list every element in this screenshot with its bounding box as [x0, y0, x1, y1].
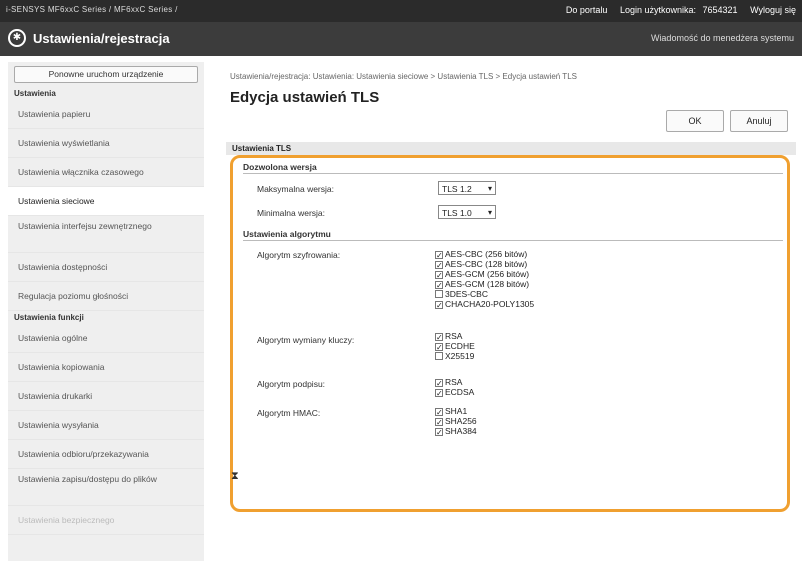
checkbox-label: SHA1	[445, 406, 468, 416]
admin-message-link[interactable]: Wiadomość do menedżera systemu	[651, 33, 794, 43]
checkbox-label: SHA256	[445, 416, 477, 426]
sidebar-item-paper[interactable]: Ustawienia papieru	[8, 100, 204, 129]
hmac-option[interactable]: ✓ SHA256	[435, 416, 477, 427]
top-bar-right: Do portalu Login użytkownika: 7654321 Wy…	[556, 5, 796, 15]
hmac-option[interactable]: ✓ SHA1	[435, 406, 477, 417]
checkbox-checked-icon[interactable]: ✓	[435, 271, 443, 280]
checkbox-label: ECDSA	[445, 387, 475, 397]
checkbox-checked-icon[interactable]: ✓	[435, 343, 443, 352]
checkbox-checked-icon[interactable]: ✓	[435, 379, 443, 388]
chevron-down-icon: ▾	[487, 208, 492, 217]
encryption-options: ✓ AES-CBC (256 bitów) ✓ AES-CBC (128 bitów)…	[435, 249, 535, 310]
key-exchange-option[interactable]: X25519	[435, 351, 475, 361]
signature-option[interactable]: ✓ ECDSA	[435, 387, 475, 398]
settings-logo-icon: ✱	[8, 29, 26, 47]
checkbox-label: ECDHE	[445, 341, 475, 351]
sidebar-item-interface[interactable]: Ustawienia interfejsu zewnętrznego	[8, 216, 204, 253]
max-version-select[interactable]: TLS 1.2 ▾	[438, 181, 496, 195]
model-name: i-SENSYS MF6xxC Series / MF6xxC Series /	[6, 5, 178, 14]
checkbox-label: AES-CBC (256 bitów)	[445, 249, 528, 259]
checkbox-label: X25519	[445, 351, 475, 361]
checkbox-label: AES-CBC (128 bitów)	[445, 259, 528, 269]
encryption-option[interactable]: ✓ AES-GCM (128 bitów)	[435, 279, 534, 290]
encryption-option[interactable]: ✓ AES-GCM (256 bitów)	[435, 269, 534, 280]
checkbox-checked-icon[interactable]: ✓	[435, 281, 443, 290]
sidebar-item-security[interactable]: Ustawienia bezpiecznego	[8, 506, 204, 535]
sidebar-section-functions: Ustawienia funkcji	[14, 313, 84, 322]
encryption-option[interactable]: ✓ AES-CBC (128 bitów)	[435, 259, 534, 270]
key-exchange-label: Algorytm wymiany kluczy:	[257, 335, 355, 345]
sidebar-item-timer[interactable]: Ustawienia włącznika czasowego	[8, 158, 204, 187]
back-to-top-icon[interactable]: ⧗	[231, 470, 239, 483]
min-version-select[interactable]: TLS 1.0 ▾	[438, 205, 496, 219]
checkbox-checked-icon[interactable]: ✓	[435, 251, 443, 260]
page-title: Edycja ustawień TLS	[230, 89, 380, 106]
sidebar-item-volume[interactable]: Regulacja poziomu głośności	[8, 282, 204, 311]
sidebar-item-accessibility[interactable]: Ustawienia dostępności	[8, 253, 204, 282]
sidebar-item-file-access[interactable]: Ustawienia zapisu/dostępu do plików	[8, 469, 204, 506]
checkbox-label: CHACHA20-POLY1305	[445, 299, 535, 309]
chevron-down-icon: ▾	[487, 184, 492, 193]
breadcrumb: Ustawienia/rejestracja: Ustawienia: Usta…	[230, 72, 577, 81]
logout-link[interactable]: Wyloguj się	[750, 5, 796, 15]
divider	[243, 240, 783, 241]
sidebar-item-send[interactable]: Ustawienia wysyłania	[8, 411, 204, 440]
checkbox-checked-icon[interactable]: ✓	[435, 389, 443, 398]
checkbox-unchecked-icon[interactable]	[435, 352, 443, 360]
checkbox-checked-icon[interactable]: ✓	[435, 301, 443, 310]
sidebar-item-copy[interactable]: Ustawienia kopiowania	[8, 353, 204, 382]
checkbox-label: RSA	[445, 331, 463, 341]
key-exchange-options: ✓ RSA ✓ ECDHE X25519	[435, 331, 475, 361]
checkbox-unchecked-icon[interactable]	[435, 290, 443, 298]
divider	[243, 173, 783, 174]
reboot-button[interactable]: Ponowne uruchom urządzenie	[14, 66, 198, 83]
header-title: Ustawienia/rejestracja	[33, 31, 170, 46]
hmac-option[interactable]: ✓ SHA384	[435, 426, 477, 437]
checkbox-label: AES-GCM (128 bitów)	[445, 279, 530, 289]
checkbox-checked-icon[interactable]: ✓	[435, 408, 443, 417]
encryption-option[interactable]: 3DES-CBC	[435, 289, 534, 299]
login-label: Login użytkownika:	[619, 5, 696, 15]
cancel-button[interactable]: Anuluj	[730, 110, 788, 132]
hmac-label: Algorytm HMAC:	[257, 408, 321, 418]
signature-label: Algorytm podpisu:	[257, 379, 326, 389]
key-exchange-option[interactable]: ✓ ECDHE	[435, 341, 475, 352]
max-version-value: TLS 1.2	[442, 184, 472, 194]
sidebar-item-general[interactable]: Ustawienia ogólne	[8, 324, 204, 353]
checkbox-checked-icon[interactable]: ✓	[435, 428, 443, 437]
allowed-version-heading: Dozwolona wersja	[243, 162, 317, 172]
sidebar-item-printer[interactable]: Ustawienia drukarki	[8, 382, 204, 411]
sidebar-item-network[interactable]: Ustawienia sieciowe	[8, 187, 204, 216]
login-user: 7654321	[702, 5, 738, 15]
hmac-options: ✓ SHA1 ✓ SHA256 ✓ SHA384	[435, 406, 477, 437]
settings-header: Ustawienia TLS	[226, 142, 796, 155]
encryption-option[interactable]: ✓ AES-CBC (256 bitów)	[435, 249, 534, 260]
signature-options: ✓ RSA ✓ ECDSA	[435, 377, 475, 398]
highlight-frame: Dozwolona wersja Maksymalna wersja: TLS …	[230, 155, 790, 512]
sidebar-item-receive[interactable]: Ustawienia odbioru/przekazywania	[8, 440, 204, 469]
sidebar-item-display[interactable]: Ustawienia wyświetlania	[8, 129, 204, 158]
checkbox-checked-icon[interactable]: ✓	[435, 418, 443, 427]
min-version-label: Minimalna wersja:	[257, 208, 326, 218]
top-bar: i-SENSYS MF6xxC Series / MF6xxC Series /…	[0, 0, 802, 22]
checkbox-label: SHA384	[445, 426, 477, 436]
encryption-label: Algorytm szyfrowania:	[257, 250, 341, 260]
checkbox-label: AES-GCM (256 bitów)	[445, 269, 530, 279]
min-version-value: TLS 1.0	[442, 208, 472, 218]
sidebar-section-settings: Ustawienia	[14, 89, 56, 98]
portal-link[interactable]: Do portalu	[566, 5, 608, 15]
title-bar: ✱ Ustawienia/rejestracja Wiadomość do me…	[0, 22, 802, 56]
max-version-label: Maksymalna wersja:	[257, 184, 334, 194]
ok-button[interactable]: OK	[666, 110, 724, 132]
checkbox-label: RSA	[445, 377, 463, 387]
action-buttons: OK Anuluj	[660, 110, 788, 132]
sidebar: Ponowne uruchom urządzenie Ustawienia Us…	[8, 62, 204, 561]
checkbox-checked-icon[interactable]: ✓	[435, 261, 443, 270]
encryption-option[interactable]: ✓ CHACHA20-POLY1305	[435, 299, 535, 310]
checkbox-checked-icon[interactable]: ✓	[435, 333, 443, 342]
checkbox-label: 3DES-CBC	[445, 289, 488, 299]
key-exchange-option[interactable]: ✓ RSA	[435, 331, 475, 342]
algorithm-settings-heading: Ustawienia algorytmu	[243, 229, 331, 239]
signature-option[interactable]: ✓ RSA	[435, 377, 474, 388]
